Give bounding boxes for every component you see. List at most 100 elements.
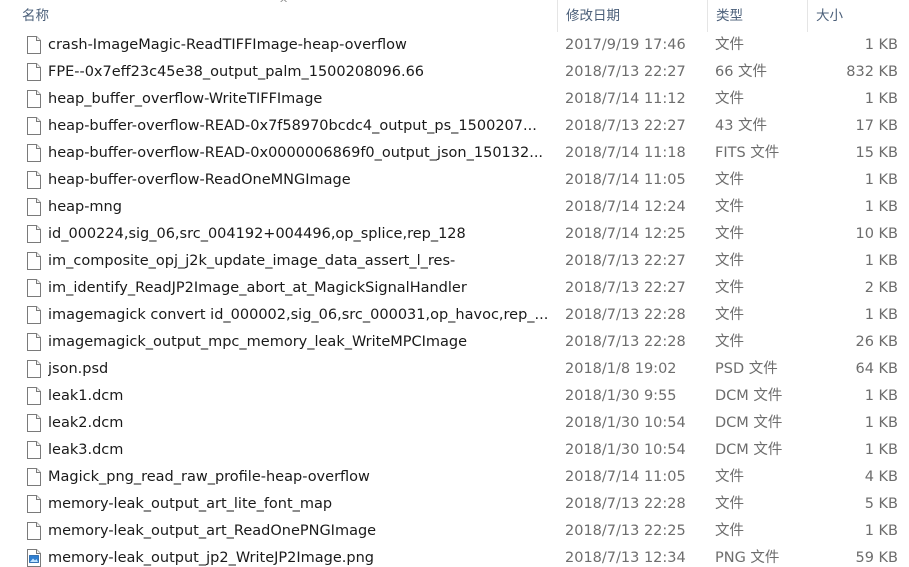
blank-file-icon [27, 495, 41, 513]
file-date-modified: 2018/7/13 22:27 [565, 280, 686, 296]
file-size: 5 KB [864, 496, 898, 512]
file-name[interactable]: heap-buffer-overflow-READ-0x0000006869f0… [48, 140, 548, 167]
blank-file-icon [27, 198, 41, 216]
file-row[interactable]: memory-leak_output_art_ReadOnePNGImage 20… [0, 518, 909, 545]
file-name[interactable]: json.psd [48, 356, 548, 383]
blank-file-icon [27, 117, 41, 135]
file-size: 4 KB [864, 469, 898, 485]
file-row[interactable]: imagemagick_output_mpc_memory_leak_Write… [0, 329, 909, 356]
file-row[interactable]: FPE--0x7eff23c45e38_output_palm_15002080… [0, 59, 909, 86]
file-type: DCM 文件 [715, 442, 783, 458]
file-size: 1 KB [864, 37, 898, 53]
file-row[interactable]: heap-mng 2018/7/14 12:24 文件 1 KB [0, 194, 909, 221]
file-name[interactable]: memory-leak_output_jp2_WriteJP2Image.png [48, 545, 548, 567]
column-header-date-modified[interactable]: 修改日期 [557, 0, 707, 32]
file-list: crash-ImageMagic-ReadTIFFImage-heap-over… [0, 32, 909, 567]
file-row[interactable]: memory-leak_output_jp2_WriteJP2Image.png… [0, 545, 909, 567]
file-date-modified: 2018/7/14 11:05 [565, 469, 686, 485]
blank-file-icon [27, 279, 41, 297]
blank-file-icon [27, 306, 41, 324]
blank-file-icon [27, 144, 41, 162]
file-row[interactable]: crash-ImageMagic-ReadTIFFImage-heap-over… [0, 32, 909, 59]
file-date-modified: 2018/7/13 22:25 [565, 523, 686, 539]
file-size: 1 KB [864, 307, 898, 323]
file-type: 文件 [715, 334, 744, 350]
file-row[interactable]: memory-leak_output_art_lite_font_map 2018… [0, 491, 909, 518]
file-date-modified: 2018/7/14 12:25 [565, 226, 686, 242]
blank-file-icon [27, 387, 41, 405]
file-size: 1 KB [864, 91, 898, 107]
file-name[interactable]: imagemagick_output_mpc_memory_leak_Write… [48, 329, 548, 356]
file-row[interactable]: leak3.dcm 2018/1/30 10:54 DCM 文件 1 KB [0, 437, 909, 464]
file-row[interactable]: heap-buffer-overflow-ReadOneMNGImage 2018… [0, 167, 909, 194]
file-name[interactable]: heap-buffer-overflow-READ-0x7f58970bcdc4… [48, 113, 548, 140]
file-date-modified: 2018/1/30 10:54 [565, 415, 686, 431]
blank-file-icon [27, 360, 41, 378]
file-name[interactable]: heap_buffer_overflow-WriteTIFFImage [48, 86, 548, 113]
file-type: 43 文件 [715, 118, 768, 134]
file-row[interactable]: heap-buffer-overflow-READ-0x7f58970bcdc4… [0, 113, 909, 140]
file-date-modified: 2018/7/14 11:12 [565, 91, 686, 107]
file-name[interactable]: Magick_png_read_raw_profile-heap-overflo… [48, 464, 548, 491]
file-type: 文件 [715, 172, 744, 188]
file-type: 文件 [715, 496, 744, 512]
file-type: 文件 [715, 307, 744, 323]
file-type: 文件 [715, 37, 744, 53]
file-name[interactable]: leak3.dcm [48, 437, 548, 464]
file-type: 文件 [715, 253, 744, 269]
file-name[interactable]: leak1.dcm [48, 383, 548, 410]
blank-file-icon [27, 171, 41, 189]
file-date-modified: 2017/9/19 17:46 [565, 37, 686, 53]
file-date-modified: 2018/7/13 22:28 [565, 307, 686, 323]
file-type: 66 文件 [715, 64, 768, 80]
file-type: 文件 [715, 226, 744, 242]
file-name[interactable]: heap-buffer-overflow-ReadOneMNGImage [48, 167, 548, 194]
file-name[interactable]: crash-ImageMagic-ReadTIFFImage-heap-over… [48, 32, 548, 59]
file-type: 文件 [715, 199, 744, 215]
file-size: 832 KB [846, 64, 898, 80]
column-header-name[interactable]: 名称 [14, 0, 557, 32]
file-row[interactable]: leak1.dcm 2018/1/30 9:55 DCM 文件 1 KB [0, 383, 909, 410]
file-row[interactable]: heap-buffer-overflow-READ-0x0000006869f0… [0, 140, 909, 167]
file-name[interactable]: id_000224,sig_06,src_004192+004496,op_sp… [48, 221, 548, 248]
file-row[interactable]: id_000224,sig_06,src_004192+004496,op_sp… [0, 221, 909, 248]
file-name[interactable]: memory-leak_output_art_ReadOnePNGImage [48, 518, 548, 545]
blank-file-icon [27, 63, 41, 81]
file-row[interactable]: im_composite_opj_j2k_update_image_data_a… [0, 248, 909, 275]
file-type: FITS 文件 [715, 145, 780, 161]
file-type: 文件 [715, 280, 744, 296]
file-row[interactable]: heap_buffer_overflow-WriteTIFFImage 2018/… [0, 86, 909, 113]
file-type: DCM 文件 [715, 388, 783, 404]
file-size: 17 KB [855, 118, 898, 134]
file-size: 10 KB [855, 226, 898, 242]
file-name[interactable]: im_composite_opj_j2k_update_image_data_a… [48, 248, 548, 275]
file-type: 文件 [715, 523, 744, 539]
file-type: DCM 文件 [715, 415, 783, 431]
blank-file-icon [27, 333, 41, 351]
file-date-modified: 2018/1/8 19:02 [565, 361, 677, 377]
file-row[interactable]: leak2.dcm 2018/1/30 10:54 DCM 文件 1 KB [0, 410, 909, 437]
file-type: 文件 [715, 91, 744, 107]
file-date-modified: 2018/1/30 10:54 [565, 442, 686, 458]
column-header-size[interactable]: 大小 [807, 0, 909, 32]
file-size: 1 KB [864, 442, 898, 458]
file-date-modified: 2018/7/13 22:27 [565, 118, 686, 134]
column-header-type[interactable]: 类型 [707, 0, 807, 32]
file-name[interactable]: FPE--0x7eff23c45e38_output_palm_15002080… [48, 59, 548, 86]
file-date-modified: 2018/7/13 22:28 [565, 496, 686, 512]
file-name[interactable]: im_identify_ReadJP2Image_abort_at_Magick… [48, 275, 548, 302]
file-name[interactable]: leak2.dcm [48, 410, 548, 437]
file-row[interactable]: imagemagick convert id_000002,sig_06,src… [0, 302, 909, 329]
blank-file-icon [27, 441, 41, 459]
file-name[interactable]: memory-leak_output_art_lite_font_map [48, 491, 548, 518]
file-name[interactable]: imagemagick convert id_000002,sig_06,src… [48, 302, 548, 329]
file-row[interactable]: Magick_png_read_raw_profile-heap-overflo… [0, 464, 909, 491]
file-row[interactable]: json.psd 2018/1/8 19:02 PSD 文件 64 KB [0, 356, 909, 383]
file-date-modified: 2018/7/13 22:27 [565, 64, 686, 80]
file-date-modified: 2018/7/13 12:34 [565, 550, 686, 566]
file-name[interactable]: heap-mng [48, 194, 548, 221]
file-size: 1 KB [864, 415, 898, 431]
file-type: PNG 文件 [715, 550, 780, 566]
file-row[interactable]: im_identify_ReadJP2Image_abort_at_Magick… [0, 275, 909, 302]
file-type: PSD 文件 [715, 361, 778, 377]
